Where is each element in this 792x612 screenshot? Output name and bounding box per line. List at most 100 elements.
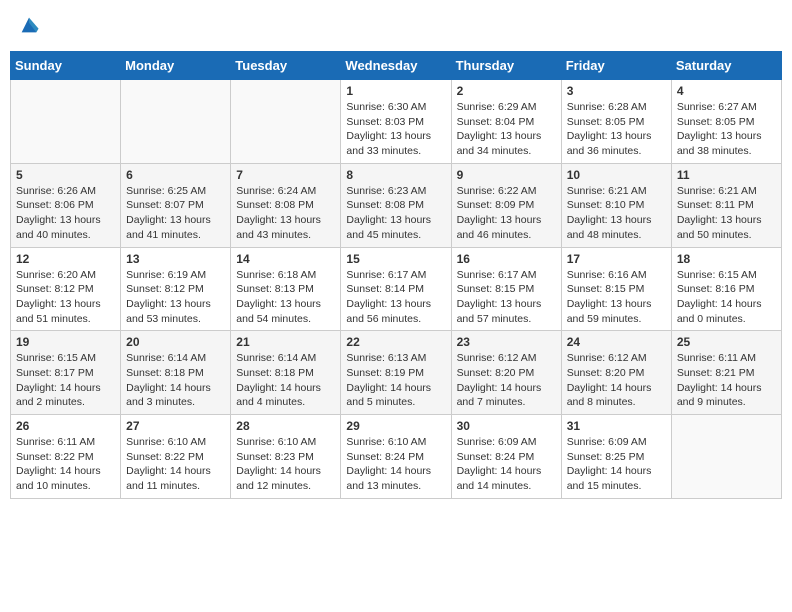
day-number: 15 (346, 252, 445, 266)
day-number: 25 (677, 335, 776, 349)
calendar-cell: 1 Sunrise: 6:30 AMSunset: 8:03 PMDaylight… (341, 80, 451, 164)
calendar-week-5: 26Sunrise: 6:11 AMSunset: 8:22 PMDayligh… (11, 415, 782, 499)
calendar-cell: 16Sunrise: 6:17 AMSunset: 8:15 PMDayligh… (451, 247, 561, 331)
calendar-week-1: 1 Sunrise: 6:30 AMSunset: 8:03 PMDaylight… (11, 80, 782, 164)
day-info: Sunrise: 6:15 AMSunset: 8:16 PMDaylight:… (677, 268, 776, 327)
calendar-cell: 27 Sunrise: 6:10 AMSunset: 8:22 PMDayligh… (121, 415, 231, 499)
day-number: 27 (126, 419, 225, 433)
day-info: Sunrise: 6:21 AMSunset: 8:11 PMDaylight:… (677, 184, 776, 243)
calendar-cell: 30 Sunrise: 6:09 AMSunset: 8:24 PMDayligh… (451, 415, 561, 499)
day-info: Sunrise: 6:15 AMSunset: 8:17 PMDaylight:… (16, 351, 115, 410)
calendar-cell: 21Sunrise: 6:14 AMSunset: 8:18 PMDayligh… (231, 331, 341, 415)
day-info: Sunrise: 6:22 AMSunset: 8:09 PMDaylight:… (457, 184, 556, 243)
day-number: 2 (457, 84, 556, 98)
day-info: Sunrise: 6:12 AMSunset: 8:20 PMDaylight:… (567, 351, 666, 410)
day-number: 30 (457, 419, 556, 433)
calendar-cell: 13Sunrise: 6:19 AMSunset: 8:12 PMDayligh… (121, 247, 231, 331)
calendar-cell: 10 Sunrise: 6:21 AMSunset: 8:10 PMDayligh… (561, 163, 671, 247)
weekday-header-tuesday: Tuesday (231, 52, 341, 80)
logo (16, 14, 40, 41)
day-info: Sunrise: 6:24 AMSunset: 8:08 PMDaylight:… (236, 184, 335, 243)
calendar-cell: 11 Sunrise: 6:21 AMSunset: 8:11 PMDayligh… (671, 163, 781, 247)
calendar-cell (11, 80, 121, 164)
day-info: Sunrise: 6:23 AMSunset: 8:08 PMDaylight:… (346, 184, 445, 243)
day-info: Sunrise: 6:10 AMSunset: 8:22 PMDaylight:… (126, 435, 225, 494)
day-info: Sunrise: 6:09 AMSunset: 8:24 PMDaylight:… (457, 435, 556, 494)
day-number: 7 (236, 168, 335, 182)
day-number: 24 (567, 335, 666, 349)
calendar-cell: 4 Sunrise: 6:27 AMSunset: 8:05 PMDaylight… (671, 80, 781, 164)
day-number: 9 (457, 168, 556, 182)
day-number: 18 (677, 252, 776, 266)
day-info: Sunrise: 6:10 AMSunset: 8:23 PMDaylight:… (236, 435, 335, 494)
day-number: 11 (677, 168, 776, 182)
day-number: 19 (16, 335, 115, 349)
day-number: 10 (567, 168, 666, 182)
day-number: 12 (16, 252, 115, 266)
day-info: Sunrise: 6:18 AMSunset: 8:13 PMDaylight:… (236, 268, 335, 327)
day-number: 8 (346, 168, 445, 182)
calendar-cell: 9 Sunrise: 6:22 AMSunset: 8:09 PMDaylight… (451, 163, 561, 247)
calendar-cell: 31Sunrise: 6:09 AMSunset: 8:25 PMDayligh… (561, 415, 671, 499)
day-number: 16 (457, 252, 556, 266)
day-info: Sunrise: 6:11 AMSunset: 8:21 PMDaylight:… (677, 351, 776, 410)
day-number: 5 (16, 168, 115, 182)
calendar-cell: 26Sunrise: 6:11 AMSunset: 8:22 PMDayligh… (11, 415, 121, 499)
day-info: Sunrise: 6:12 AMSunset: 8:20 PMDaylight:… (457, 351, 556, 410)
day-info: Sunrise: 6:27 AMSunset: 8:05 PMDaylight:… (677, 100, 776, 159)
calendar-cell: 12 Sunrise: 6:20 AMSunset: 8:12 PMDayligh… (11, 247, 121, 331)
calendar-cell: 15 Sunrise: 6:17 AMSunset: 8:14 PMDayligh… (341, 247, 451, 331)
calendar-cell: 17 Sunrise: 6:16 AMSunset: 8:15 PMDayligh… (561, 247, 671, 331)
day-info: Sunrise: 6:10 AMSunset: 8:24 PMDaylight:… (346, 435, 445, 494)
calendar-cell: 29Sunrise: 6:10 AMSunset: 8:24 PMDayligh… (341, 415, 451, 499)
calendar-cell: 28 Sunrise: 6:10 AMSunset: 8:23 PMDayligh… (231, 415, 341, 499)
day-number: 31 (567, 419, 666, 433)
page-header (10, 10, 782, 45)
day-number: 3 (567, 84, 666, 98)
day-number: 17 (567, 252, 666, 266)
calendar-cell: 2Sunrise: 6:29 AMSunset: 8:04 PMDaylight… (451, 80, 561, 164)
weekday-header-saturday: Saturday (671, 52, 781, 80)
day-number: 22 (346, 335, 445, 349)
calendar-cell: 3 Sunrise: 6:28 AMSunset: 8:05 PMDaylight… (561, 80, 671, 164)
day-info: Sunrise: 6:25 AMSunset: 8:07 PMDaylight:… (126, 184, 225, 243)
weekday-header-wednesday: Wednesday (341, 52, 451, 80)
calendar-cell: 8 Sunrise: 6:23 AMSunset: 8:08 PMDaylight… (341, 163, 451, 247)
calendar-cell: 22Sunrise: 6:13 AMSunset: 8:19 PMDayligh… (341, 331, 451, 415)
calendar-cell: 20Sunrise: 6:14 AMSunset: 8:18 PMDayligh… (121, 331, 231, 415)
calendar-week-2: 5 Sunrise: 6:26 AMSunset: 8:06 PMDaylight… (11, 163, 782, 247)
weekday-header-row: SundayMondayTuesdayWednesdayThursdayFrid… (11, 52, 782, 80)
calendar-week-4: 19 Sunrise: 6:15 AMSunset: 8:17 PMDayligh… (11, 331, 782, 415)
weekday-header-thursday: Thursday (451, 52, 561, 80)
day-info: Sunrise: 6:20 AMSunset: 8:12 PMDaylight:… (16, 268, 115, 327)
day-info: Sunrise: 6:28 AMSunset: 8:05 PMDaylight:… (567, 100, 666, 159)
calendar-cell (121, 80, 231, 164)
calendar-cell (671, 415, 781, 499)
calendar-week-3: 12 Sunrise: 6:20 AMSunset: 8:12 PMDayligh… (11, 247, 782, 331)
weekday-header-monday: Monday (121, 52, 231, 80)
calendar-cell (231, 80, 341, 164)
day-number: 13 (126, 252, 225, 266)
day-number: 28 (236, 419, 335, 433)
day-info: Sunrise: 6:26 AMSunset: 8:06 PMDaylight:… (16, 184, 115, 243)
calendar-cell: 23 Sunrise: 6:12 AMSunset: 8:20 PMDayligh… (451, 331, 561, 415)
day-number: 4 (677, 84, 776, 98)
day-number: 1 (346, 84, 445, 98)
calendar-cell: 25 Sunrise: 6:11 AMSunset: 8:21 PMDayligh… (671, 331, 781, 415)
day-info: Sunrise: 6:21 AMSunset: 8:10 PMDaylight:… (567, 184, 666, 243)
calendar-cell: 24 Sunrise: 6:12 AMSunset: 8:20 PMDayligh… (561, 331, 671, 415)
day-number: 26 (16, 419, 115, 433)
day-info: Sunrise: 6:17 AMSunset: 8:14 PMDaylight:… (346, 268, 445, 327)
calendar-cell: 14 Sunrise: 6:18 AMSunset: 8:13 PMDayligh… (231, 247, 341, 331)
calendar-cell: 19 Sunrise: 6:15 AMSunset: 8:17 PMDayligh… (11, 331, 121, 415)
day-number: 21 (236, 335, 335, 349)
weekday-header-sunday: Sunday (11, 52, 121, 80)
day-number: 6 (126, 168, 225, 182)
day-info: Sunrise: 6:16 AMSunset: 8:15 PMDaylight:… (567, 268, 666, 327)
calendar-table: SundayMondayTuesdayWednesdayThursdayFrid… (10, 51, 782, 499)
day-info: Sunrise: 6:30 AMSunset: 8:03 PMDaylight:… (346, 100, 445, 159)
logo-icon (18, 14, 40, 36)
day-number: 14 (236, 252, 335, 266)
day-number: 23 (457, 335, 556, 349)
calendar-cell: 18 Sunrise: 6:15 AMSunset: 8:16 PMDayligh… (671, 247, 781, 331)
